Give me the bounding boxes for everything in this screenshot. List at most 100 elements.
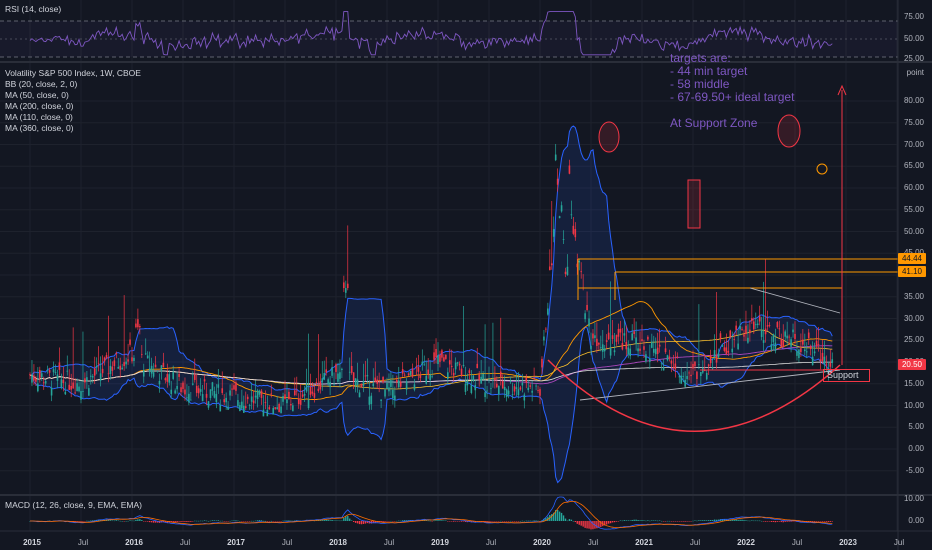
candle-body	[331, 367, 333, 376]
macd-bar	[176, 521, 178, 523]
indicator-ma-110[interactable]: MA (110, close, 0)	[5, 112, 141, 123]
candle-body	[292, 405, 294, 412]
macd-legend[interactable]: MACD (12, 26, close, 9, EMA, EMA)	[5, 500, 142, 511]
indicator-ma-360[interactable]: MA (360, close, 0)	[5, 123, 141, 134]
candle-body	[731, 348, 734, 353]
candle-body	[123, 362, 125, 367]
macd-bar	[741, 519, 743, 521]
macd-bar	[684, 521, 686, 522]
macd-legend-label: MACD (12, 26, close, 9, EMA, EMA)	[5, 500, 142, 510]
macd-bar	[345, 516, 347, 521]
macd-bar	[278, 521, 280, 522]
macd-bar	[570, 519, 573, 521]
candle-body	[339, 372, 341, 379]
candle-body	[372, 383, 375, 387]
macd-bar	[674, 521, 677, 522]
candle-body	[182, 382, 184, 389]
candle-body	[727, 350, 730, 353]
candle-body	[284, 394, 286, 399]
macd-bar	[513, 521, 516, 522]
candle-body	[72, 382, 74, 389]
macd-bar	[592, 521, 594, 530]
macd-bar	[498, 521, 500, 522]
candle-body	[74, 392, 76, 394]
candle-body	[33, 375, 35, 381]
macd-bar	[609, 521, 612, 524]
candle-body	[248, 404, 251, 406]
macd-bar	[521, 520, 524, 522]
macd-bar	[88, 520, 90, 522]
candle-body	[696, 371, 698, 380]
macd-bar	[733, 519, 735, 521]
macd-bar	[235, 520, 237, 521]
macd-bar	[150, 521, 153, 523]
macd-bar	[782, 521, 784, 523]
indicator-bb[interactable]: BB (20, close, 2, 0)	[5, 79, 141, 90]
macd-bar	[288, 520, 290, 521]
candle-body	[625, 341, 628, 350]
macd-bar	[641, 520, 643, 521]
candle-body	[811, 356, 814, 366]
candle-body	[193, 374, 196, 380]
candle-body	[741, 329, 743, 330]
macd-bar	[505, 521, 508, 522]
macd-bar	[205, 520, 208, 522]
macd-bar	[443, 520, 445, 521]
candle-body	[554, 154, 557, 161]
candle-body	[676, 356, 679, 358]
macd-bar	[360, 521, 363, 525]
macd-bar	[262, 520, 265, 522]
target-annotation[interactable]: targets are: - 44 min target - 58 middle…	[670, 52, 795, 130]
annotation-line-4: - 67-69.50+ ideal target	[670, 90, 795, 104]
candle-body	[199, 389, 202, 392]
candle-body	[476, 363, 479, 369]
macd-bar	[431, 521, 433, 522]
macd-bar	[529, 520, 531, 522]
macd-bar	[272, 521, 274, 522]
time-tick: Jul	[689, 538, 701, 547]
candle-body	[735, 325, 737, 330]
candle-body	[425, 375, 428, 384]
macd-bar	[456, 521, 459, 522]
candle-body	[527, 387, 530, 391]
macd-bar	[511, 521, 514, 522]
macd-bar	[146, 521, 149, 522]
macd-bar	[290, 520, 292, 522]
candle-body	[58, 362, 61, 370]
macd-bar	[243, 521, 245, 522]
candle-body	[639, 348, 641, 351]
candle-body	[535, 385, 537, 387]
macd-bar	[788, 521, 790, 522]
symbol-title[interactable]: Volatility S&P 500 Index, 1W, CBOE	[5, 68, 141, 79]
candle-body	[180, 387, 182, 393]
macd-bar	[237, 520, 239, 522]
candle-body	[552, 229, 555, 237]
macd-bar	[690, 521, 692, 522]
indicator-ma-200[interactable]: MA (200, close, 0)	[5, 101, 141, 112]
candle-body	[260, 390, 263, 398]
candle-body	[796, 351, 798, 356]
candle-body	[68, 384, 71, 390]
macd-bar	[76, 521, 78, 522]
price-tick: 50.00	[903, 226, 924, 236]
candle-body	[97, 363, 100, 365]
macd-bar	[655, 520, 657, 521]
indicator-ma-50[interactable]: MA (50, close, 0)	[5, 90, 141, 101]
macd-bar	[145, 521, 147, 522]
macd-bar	[129, 520, 131, 521]
candle-body	[241, 401, 243, 409]
macd-bar	[502, 521, 504, 522]
candle-body	[764, 328, 767, 335]
candle-body	[670, 360, 673, 364]
macd-bar	[254, 520, 257, 522]
rsi-legend[interactable]: RSI (14, close)	[5, 4, 61, 15]
candle-body	[472, 375, 475, 382]
candle-body	[84, 378, 86, 383]
candle-body	[93, 368, 96, 376]
candle-body	[127, 359, 129, 362]
macd-bar	[562, 515, 565, 521]
macd-bar	[337, 520, 339, 522]
candle-body	[70, 385, 72, 390]
macd-bar	[115, 520, 118, 521]
candle-body	[394, 395, 396, 400]
